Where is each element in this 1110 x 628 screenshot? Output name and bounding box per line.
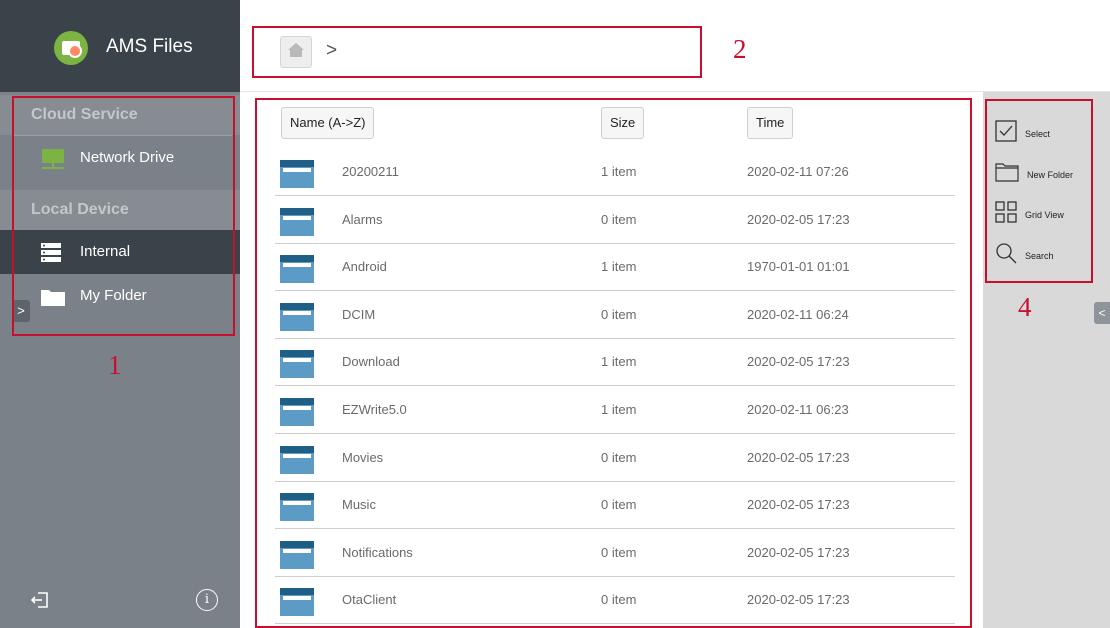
- app-title: AMS Files: [106, 36, 193, 57]
- annotation-box-1: [12, 96, 235, 336]
- annotation-box-3: [255, 98, 972, 628]
- annotation-label-2: 2: [733, 34, 747, 64]
- annotation-box-4: [985, 99, 1093, 283]
- annotation-label-4: 4: [1018, 292, 1032, 322]
- exit-icon[interactable]: [30, 590, 50, 610]
- info-icon[interactable]: i: [196, 589, 218, 611]
- annotation-box-2: [252, 26, 702, 78]
- annotation-label-1: 1: [108, 350, 122, 380]
- collapse-tool-panel-button[interactable]: <: [1094, 302, 1110, 324]
- app-header: AMS Files: [0, 0, 240, 92]
- app-logo-icon: [54, 31, 88, 65]
